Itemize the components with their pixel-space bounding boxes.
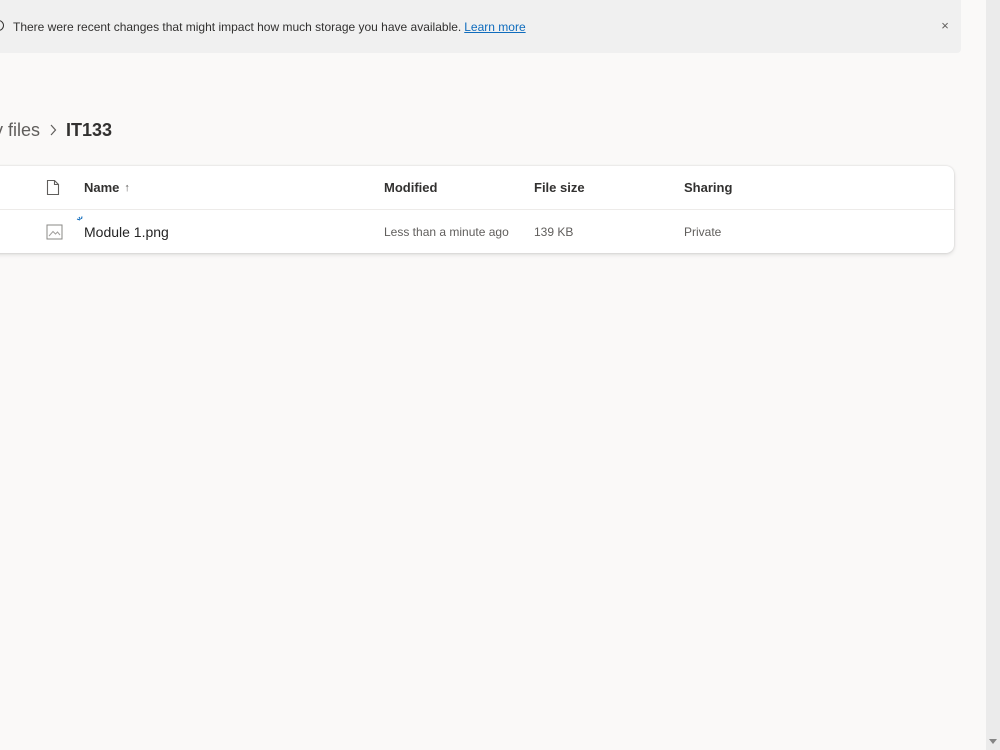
sort-ascending-icon: ↑ (124, 181, 130, 194)
banner-message-container: There were recent changes that might imp… (13, 19, 526, 35)
file-list-header: Name ↑ Modified File size Sharing (0, 166, 954, 210)
file-name[interactable]: Module 1.png (84, 224, 169, 240)
breadcrumb-current-folder: IT133 (66, 119, 113, 140)
modified-column-label: Modified (384, 180, 438, 195)
vertical-scrollbar[interactable] (986, 0, 1000, 750)
sharing-cell[interactable]: Private (684, 210, 721, 253)
file-size-value: 139 KB (534, 224, 574, 239)
file-size-column-header[interactable]: File size (534, 166, 585, 209)
file-list: Name ↑ Modified File size Sharing Module… (0, 166, 954, 253)
sharing-column-header[interactable]: Sharing (684, 166, 732, 209)
page: There were recent changes that might imp… (0, 0, 1000, 750)
info-icon (0, 20, 4, 31)
file-type-column-header[interactable] (46, 166, 66, 209)
chevron-right-icon (40, 124, 66, 136)
name-column-header[interactable]: Name ↑ (84, 166, 130, 209)
banner-message: There were recent changes that might imp… (13, 20, 462, 34)
modified-cell: Less than a minute ago (384, 210, 509, 253)
modified-value: Less than a minute ago (384, 224, 509, 239)
storage-notification-banner: There were recent changes that might imp… (0, 0, 961, 53)
name-column-label: Name (84, 180, 120, 195)
learn-more-link[interactable]: Learn more (464, 20, 525, 34)
scroll-down-arrow-icon[interactable] (986, 736, 1000, 746)
table-row[interactable]: Module 1.png Less than a minute ago 139 … (0, 210, 954, 253)
sharing-column-label: Sharing (684, 180, 733, 195)
sharing-value: Private (684, 224, 722, 239)
file-name-cell[interactable]: Module 1.png (84, 210, 169, 253)
breadcrumb: y files IT133 (0, 116, 112, 144)
modified-column-header[interactable]: Modified (384, 166, 437, 209)
file-size-cell: 139 KB (534, 210, 573, 253)
breadcrumb-my-files[interactable]: y files (0, 120, 40, 141)
close-icon[interactable]: × (937, 18, 953, 34)
image-file-icon (46, 210, 66, 253)
document-icon (46, 179, 60, 196)
file-size-column-label: File size (534, 180, 585, 195)
